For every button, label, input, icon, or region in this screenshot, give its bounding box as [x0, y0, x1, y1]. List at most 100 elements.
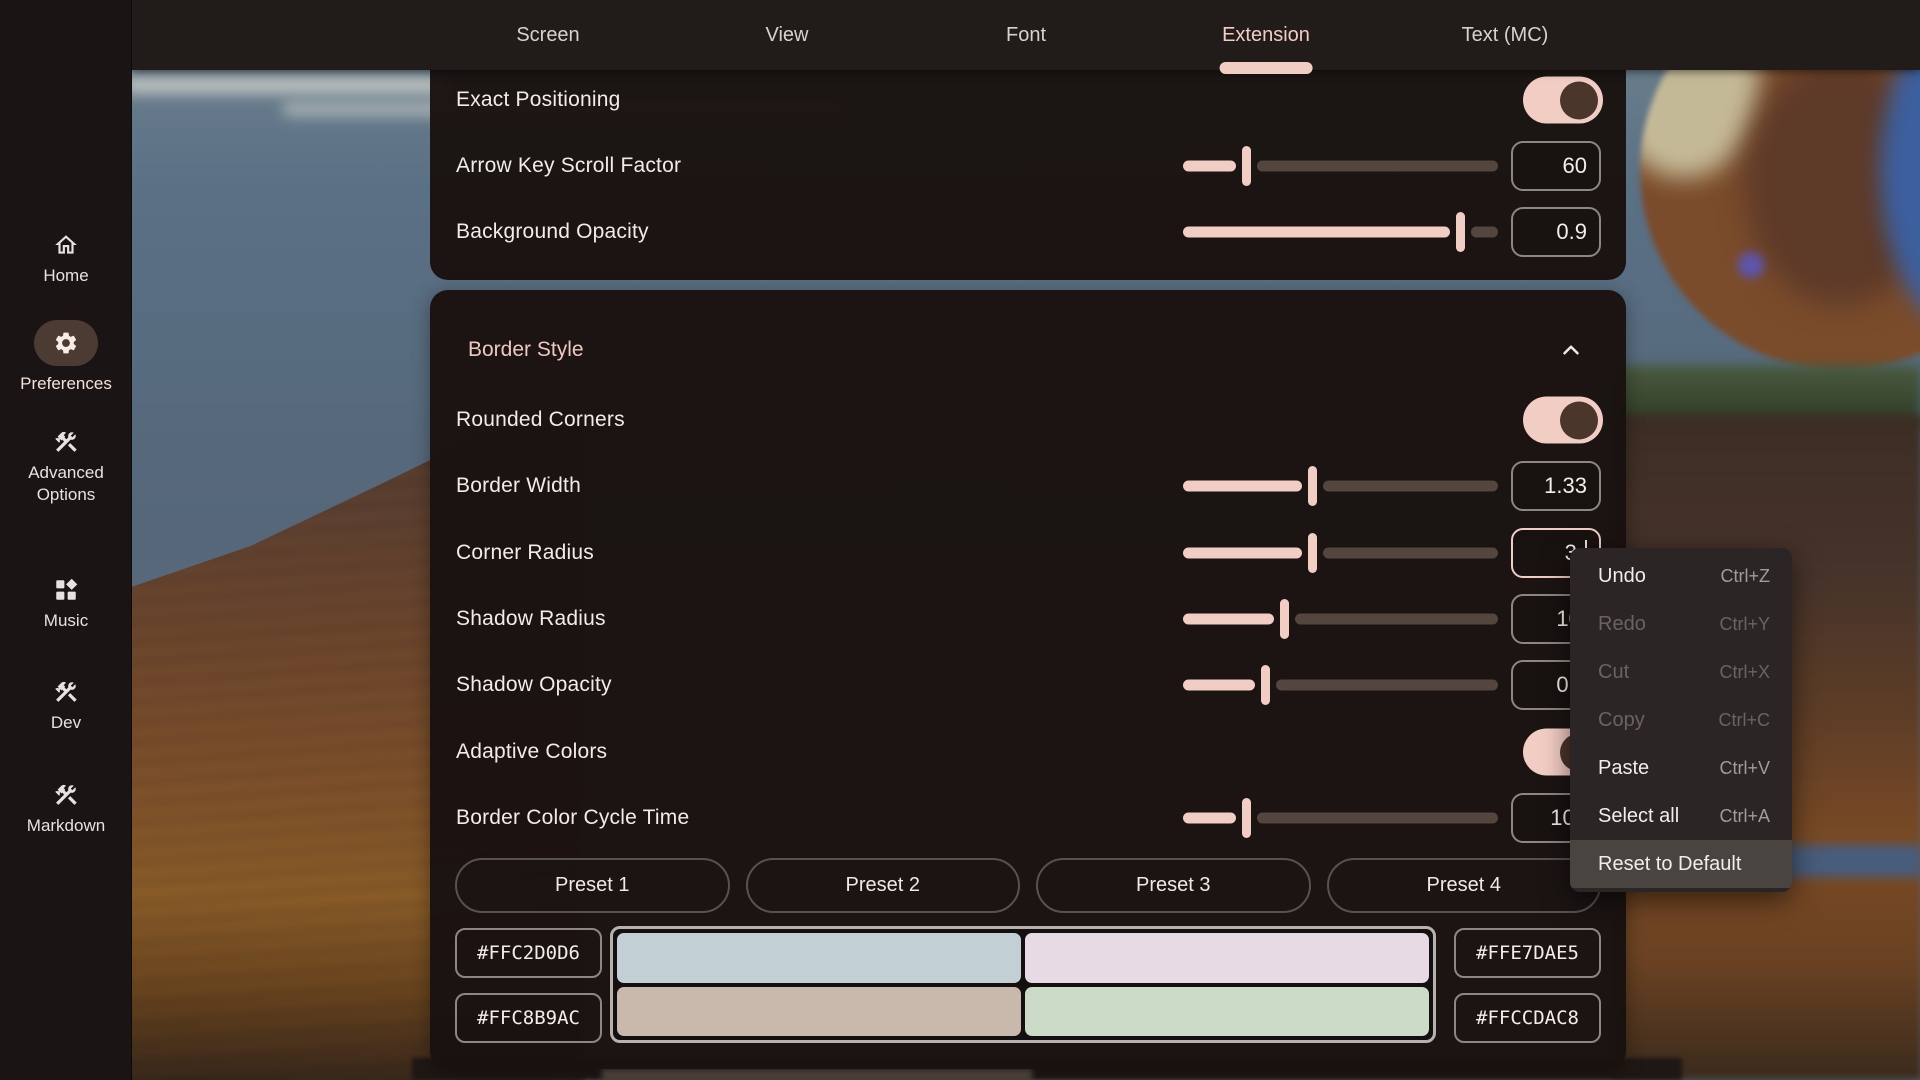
- color-code-input-top-left[interactable]: #FFC2D0D6: [455, 928, 602, 978]
- terrain-bottom-light: [602, 1068, 1032, 1080]
- sidebar-item-preferences[interactable]: Preferences: [0, 320, 132, 395]
- context-menu-item-cut: Cut Ctrl+X: [1570, 648, 1792, 696]
- context-menu-item-undo[interactable]: Undo Ctrl+Z: [1570, 552, 1792, 600]
- preset-button-row: Preset 1 Preset 2 Preset 3 Preset 4: [455, 858, 1601, 913]
- home-icon: [53, 232, 79, 258]
- slider-fill: [1183, 614, 1274, 625]
- context-menu-item-copy: Copy Ctrl+C: [1570, 696, 1792, 744]
- preset-1-button[interactable]: Preset 1: [455, 858, 730, 913]
- preset-4-button[interactable]: Preset 4: [1327, 858, 1602, 913]
- slider-handle[interactable]: [1242, 798, 1251, 838]
- setting-label: Exact Positioning: [456, 88, 621, 112]
- preset-2-button[interactable]: Preset 2: [746, 858, 1021, 913]
- settings-card-border-style: Border Style Rounded Corners Border Widt…: [430, 290, 1626, 1069]
- setting-label: Shadow Opacity: [456, 673, 612, 697]
- slider-track: [1295, 614, 1498, 625]
- setting-row-shadow-radius: Shadow Radius 10.: [430, 594, 1626, 644]
- toggle-knob: [1560, 401, 1598, 439]
- slider-fill: [1183, 813, 1236, 824]
- setting-row-corner-radius: Corner Radius 3.: [430, 528, 1626, 578]
- slider-fill: [1183, 227, 1450, 238]
- shadow-opacity-slider[interactable]: [1183, 665, 1498, 705]
- setting-label: Border Width: [456, 474, 581, 498]
- sidebar-item-home[interactable]: Home: [0, 232, 132, 287]
- context-menu: Undo Ctrl+Z Redo Ctrl+Y Cut Ctrl+X Copy …: [1570, 548, 1792, 892]
- background-opacity-value-input[interactable]: 0.9: [1511, 207, 1601, 257]
- settings-card-general: Exact Positioning Arrow Key Scroll Facto…: [430, 70, 1626, 280]
- slider-handle[interactable]: [1280, 599, 1289, 639]
- slider-fill: [1183, 548, 1302, 559]
- setting-row-border-width: Border Width 1.33: [430, 461, 1626, 511]
- sidebar-item-markdown[interactable]: Markdown: [0, 782, 132, 837]
- cloud: [132, 76, 452, 94]
- setting-row-arrow-key-scroll-factor: Arrow Key Scroll Factor 60: [430, 141, 1626, 191]
- border-color-cycle-time-slider[interactable]: [1183, 798, 1498, 838]
- color-swatch-bottom-left[interactable]: [617, 987, 1021, 1037]
- setting-row-shadow-opacity: Shadow Opacity 0.2: [430, 660, 1626, 710]
- category-icon: [53, 577, 79, 603]
- background-opacity-slider[interactable]: [1183, 212, 1498, 252]
- setting-label: Background Opacity: [456, 220, 649, 244]
- tab-view[interactable]: View: [766, 0, 809, 70]
- sidebar-item-advanced-options[interactable]: Advanced Options: [0, 429, 132, 506]
- section-title: Border Style: [468, 338, 584, 362]
- setting-row-border-color-cycle-time: Border Color Cycle Time 100: [430, 793, 1626, 843]
- shadow-radius-slider[interactable]: [1183, 599, 1498, 639]
- tools-icon: [53, 782, 79, 808]
- arrow-key-scroll-factor-slider[interactable]: [1183, 146, 1498, 186]
- slider-track: [1323, 548, 1498, 559]
- context-menu-item-reset-to-default[interactable]: Reset to Default: [1570, 840, 1792, 888]
- exact-positioning-toggle[interactable]: [1523, 77, 1603, 124]
- preset-3-button[interactable]: Preset 3: [1036, 858, 1311, 913]
- tab-text-mc[interactable]: Text (MC): [1462, 0, 1549, 70]
- color-swatch-bottom-right[interactable]: [1025, 987, 1429, 1037]
- setting-row-adaptive-colors: Adaptive Colors: [430, 727, 1626, 777]
- color-swatch-top-right[interactable]: [1025, 933, 1429, 983]
- sidebar: Home Preferences Advanced Options Music …: [0, 0, 132, 1080]
- slider-handle[interactable]: [1261, 665, 1270, 705]
- corner-radius-slider[interactable]: [1183, 533, 1498, 573]
- arrow-key-scroll-factor-value-input[interactable]: 60: [1511, 141, 1601, 191]
- chevron-up-icon[interactable]: [1558, 337, 1584, 363]
- sidebar-item-music[interactable]: Music: [0, 577, 132, 632]
- planet-dot: [1738, 252, 1764, 278]
- context-menu-item-redo: Redo Ctrl+Y: [1570, 600, 1792, 648]
- border-width-slider[interactable]: [1183, 466, 1498, 506]
- color-code-input-bottom-left[interactable]: #FFC8B9AC: [455, 993, 602, 1043]
- setting-row-rounded-corners: Rounded Corners: [430, 395, 1626, 445]
- tab-screen[interactable]: Screen: [516, 0, 579, 70]
- tab-font[interactable]: Font: [1006, 0, 1046, 70]
- setting-label: Border Color Cycle Time: [456, 806, 689, 830]
- active-item-pill: [34, 320, 98, 366]
- setting-label: Shadow Radius: [456, 607, 606, 631]
- planet: [1640, 70, 1920, 370]
- color-code-input-top-right[interactable]: #FFE7DAE5: [1454, 928, 1601, 978]
- color-code-input-bottom-right[interactable]: #FFCCDAC8: [1454, 993, 1601, 1043]
- slider-track: [1257, 813, 1498, 824]
- gear-icon: [53, 330, 79, 356]
- sidebar-item-dev[interactable]: Dev: [0, 679, 132, 734]
- border-style-section-header[interactable]: Border Style: [430, 325, 1626, 375]
- setting-row-exact-positioning: Exact Positioning: [430, 75, 1626, 125]
- color-swatch-top-left[interactable]: [617, 933, 1021, 983]
- slider-fill: [1183, 481, 1302, 492]
- tools-icon: [53, 679, 79, 705]
- border-width-value-input[interactable]: 1.33: [1511, 461, 1601, 511]
- slider-handle[interactable]: [1456, 212, 1465, 252]
- slider-handle[interactable]: [1242, 146, 1251, 186]
- slider-track: [1323, 481, 1498, 492]
- slider-handle[interactable]: [1308, 466, 1317, 506]
- context-menu-item-select-all[interactable]: Select all Ctrl+A: [1570, 792, 1792, 840]
- slider-fill: [1183, 680, 1255, 691]
- tab-extension[interactable]: Extension: [1222, 0, 1310, 70]
- setting-label: Arrow Key Scroll Factor: [456, 154, 681, 178]
- setting-label: Rounded Corners: [456, 408, 625, 432]
- active-tab-underline: [1220, 62, 1313, 74]
- toggle-knob: [1560, 81, 1598, 119]
- context-menu-item-paste[interactable]: Paste Ctrl+V: [1570, 744, 1792, 792]
- slider-track: [1276, 680, 1498, 691]
- color-swatch-grid: [610, 926, 1436, 1043]
- rounded-corners-toggle[interactable]: [1523, 397, 1603, 444]
- slider-track: [1257, 161, 1498, 172]
- slider-handle[interactable]: [1308, 533, 1317, 573]
